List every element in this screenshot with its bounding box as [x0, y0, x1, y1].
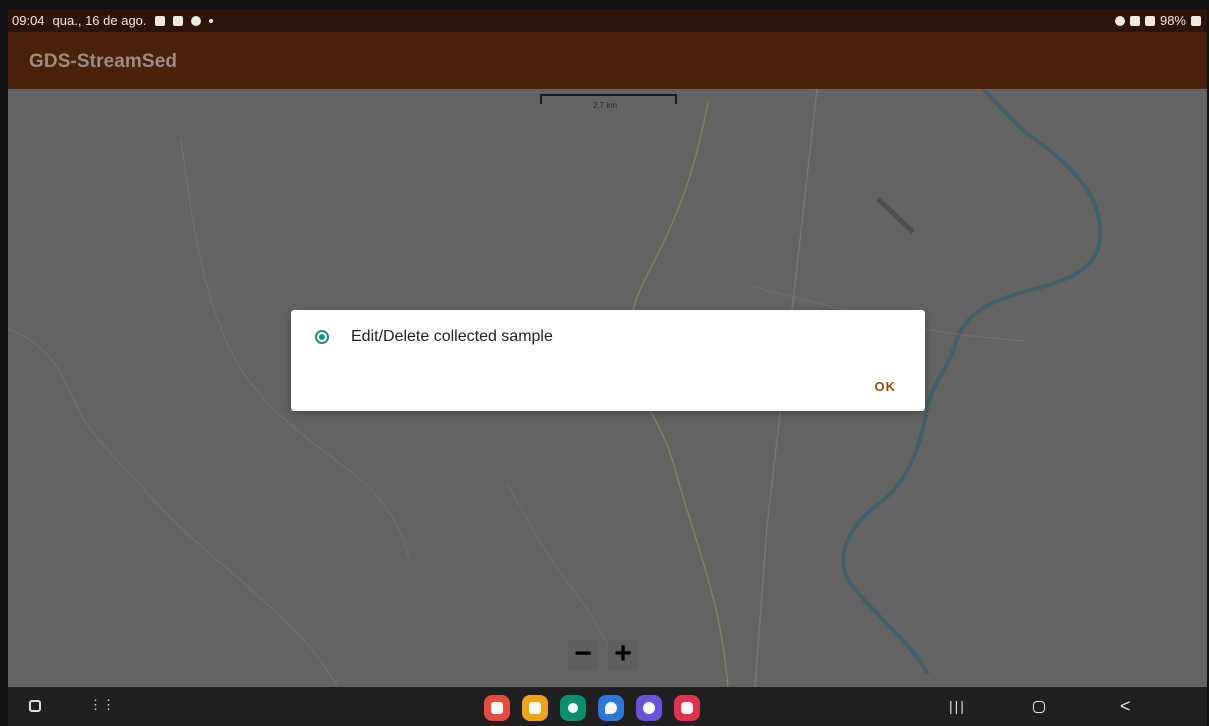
status-left: 09:04 qua., 16 de ago. [12, 13, 213, 28]
status-right: 98% [1114, 13, 1201, 28]
app-dock [484, 695, 700, 721]
home-button[interactable] [1033, 701, 1045, 713]
zoom-controls: − + [568, 639, 638, 670]
camera-app-icon[interactable] [674, 695, 700, 721]
recent-apps-button[interactable]: ||| [949, 698, 966, 714]
wifi-icon [1129, 15, 1140, 26]
edit-delete-label: Edit/Delete collected sample [351, 328, 553, 345]
back-button[interactable]: < [1120, 696, 1131, 717]
signal-icon [1144, 15, 1155, 26]
battery-icon [1191, 15, 1201, 26]
battery-percent: 98% [1159, 13, 1186, 28]
notes-app-icon[interactable] [484, 695, 510, 721]
status-date: qua., 16 de ago. [52, 13, 147, 28]
zoom-in-button[interactable]: + [608, 639, 638, 670]
ok-button[interactable]: OK [875, 379, 897, 394]
location-icon [1114, 15, 1125, 26]
screen: 09:04 qua., 16 de ago. 98% GDS-StreamSed [0, 0, 1209, 726]
zoom-out-button[interactable]: − [568, 639, 598, 670]
calendar-icon [172, 15, 183, 26]
status-time: 09:04 [12, 13, 45, 28]
edit-delete-option[interactable]: Edit/Delete collected sample [315, 328, 553, 346]
files-app-icon[interactable] [522, 695, 548, 721]
sample-dialog: Edit/Delete collected sample OK [291, 310, 925, 411]
app-title: GDS-StreamSed [29, 51, 178, 72]
app-switcher-icon[interactable] [29, 700, 41, 712]
app-bar: GDS-StreamSed [8, 32, 1207, 89]
cloud-icon [190, 15, 201, 26]
status-bar: 09:04 qua., 16 de ago. 98% [8, 9, 1207, 32]
radio-selected-icon[interactable] [315, 330, 329, 344]
gallery-icon [154, 15, 165, 26]
browser-app-icon[interactable] [636, 695, 662, 721]
notification-dot-icon [208, 18, 213, 23]
apps-grid-icon[interactable]: ⋮⋮ [89, 698, 115, 711]
navigation-bar: ⋮⋮ ||| < [8, 687, 1207, 726]
phone-app-icon[interactable] [560, 695, 586, 721]
scale-label: 2,7 km [593, 101, 618, 110]
messages-app-icon[interactable] [598, 695, 624, 721]
